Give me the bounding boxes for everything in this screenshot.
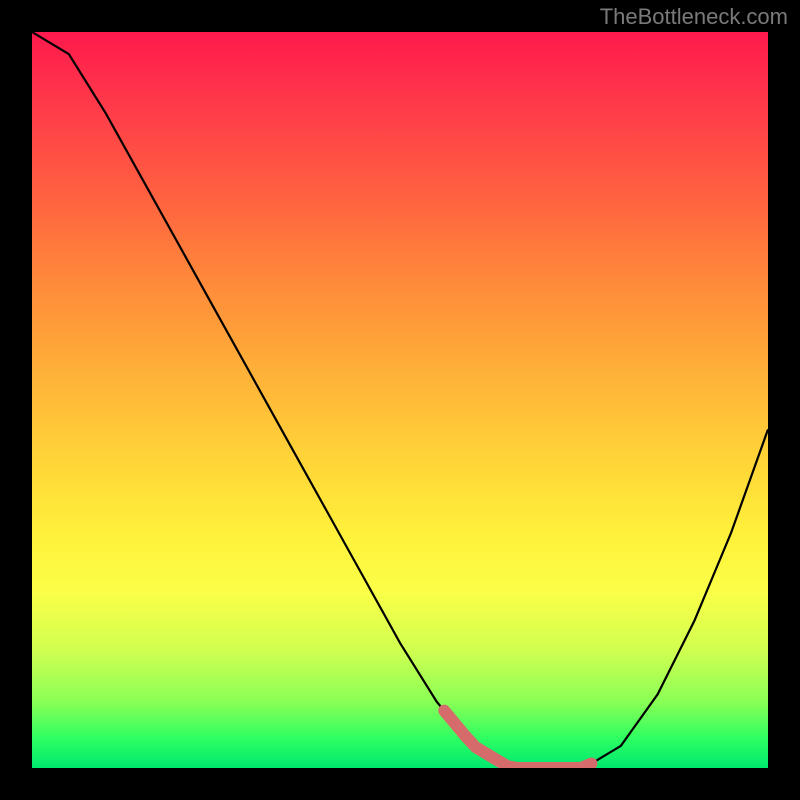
main-curve xyxy=(32,32,768,768)
watermark-text: TheBottleneck.com xyxy=(600,4,788,30)
highlight-segment xyxy=(444,711,591,768)
curve-svg xyxy=(32,32,768,768)
chart-plot-area xyxy=(32,32,768,768)
